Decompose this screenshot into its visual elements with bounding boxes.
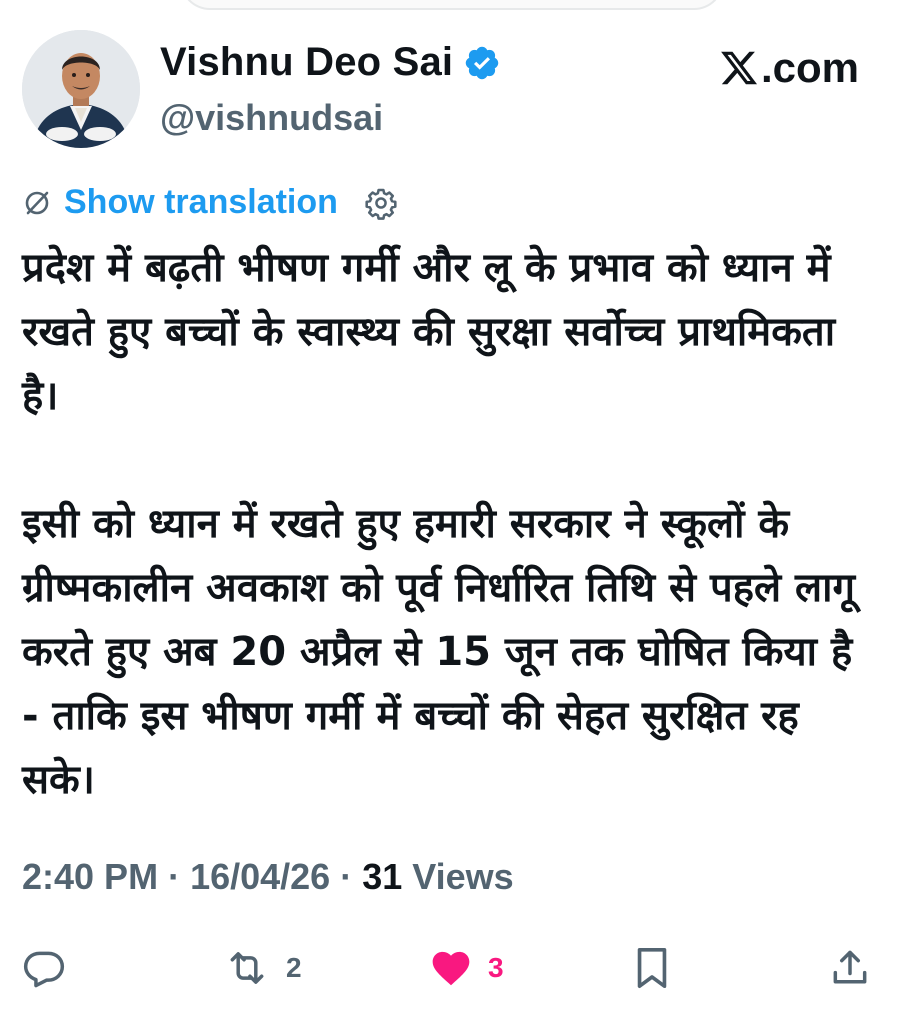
tweet-time[interactable]: 2:40 PM: [22, 856, 158, 897]
share-icon: [833, 950, 867, 984]
tweet-text: प्रदेश में बढ़ती भीषण गर्मी और लू के प्र…: [22, 236, 882, 812]
translate-slash-icon: [25, 191, 49, 214]
tweet-date[interactable]: 16/04/26: [190, 856, 330, 897]
translation-row: Show translation: [22, 183, 398, 222]
meta-separator: ·: [158, 856, 191, 897]
brand-domain-text: .com: [760, 44, 859, 91]
avatar-image: [22, 30, 140, 148]
meta-separator: ·: [330, 856, 363, 897]
show-translation-link[interactable]: Show translation: [64, 183, 338, 222]
author-handle[interactable]: @vishnudsai: [160, 97, 383, 139]
x-logo-icon: [721, 51, 758, 85]
avatar[interactable]: [22, 30, 140, 148]
share-button[interactable]: [828, 940, 872, 996]
gear-icon[interactable]: [364, 186, 398, 220]
x-brand: .com: [719, 44, 859, 92]
like-button[interactable]: 3: [428, 940, 504, 996]
tweet-meta: 2:40 PM · 16/04/26 · 31 Views: [22, 856, 514, 898]
top-sheet-edge: [180, 0, 724, 10]
tweet-actions-bar: 2 3: [0, 940, 899, 1000]
bookmark-button[interactable]: [632, 940, 672, 996]
author-name-row: Vishnu Deo Sai: [160, 40, 501, 85]
views-count: 31: [362, 856, 403, 897]
tweet-paragraph-1: प्रदेश में बढ़ती भीषण गर्मी और लू के प्र…: [22, 245, 836, 419]
like-count: 3: [488, 952, 504, 983]
heart-icon: [432, 951, 470, 986]
repost-button[interactable]: 2: [222, 940, 302, 996]
verified-badge-icon: [466, 46, 499, 79]
repost-count: 2: [286, 952, 302, 983]
author-display-name[interactable]: Vishnu Deo Sai: [160, 40, 453, 85]
tweet-paragraph-2: इसी को ध्यान में रखते हुए हमारी सरकार ने…: [22, 501, 856, 803]
reply-button[interactable]: [22, 940, 66, 996]
repost-icon: [230, 952, 264, 984]
bookmark-icon: [637, 947, 667, 989]
views-label: Views: [402, 856, 514, 897]
reply-icon: [23, 951, 65, 988]
